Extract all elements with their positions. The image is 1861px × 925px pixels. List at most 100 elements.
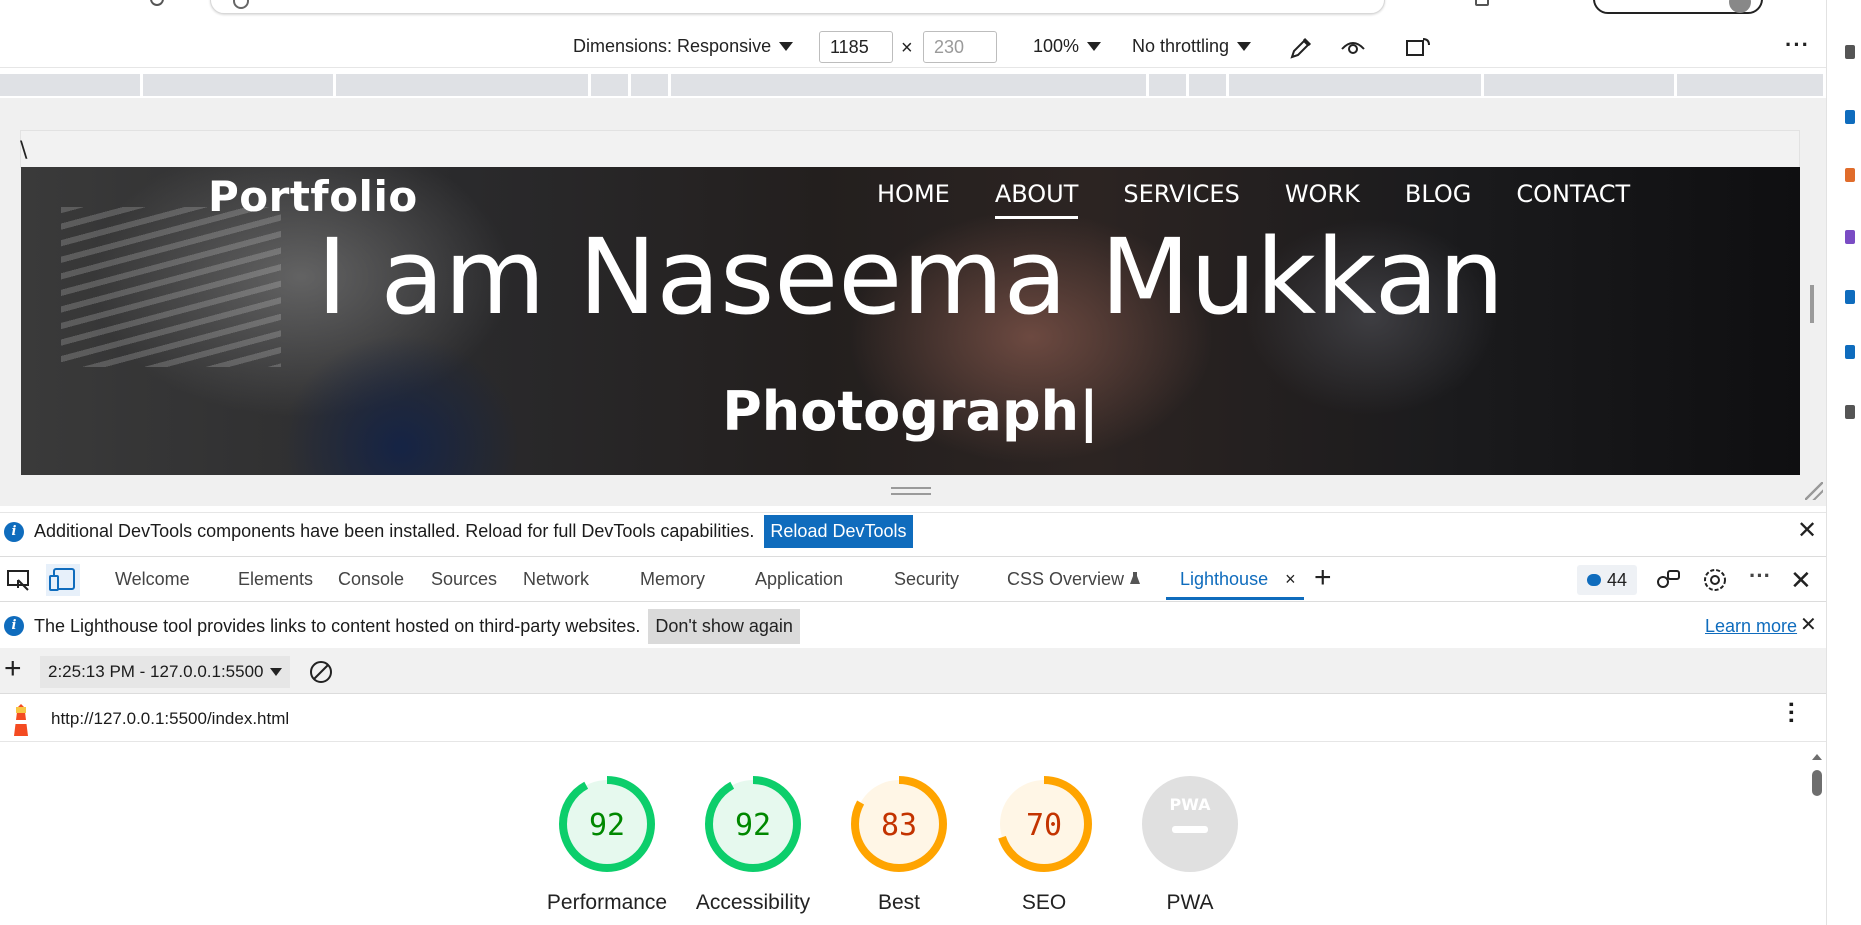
tab-application[interactable]: Application xyxy=(755,569,843,590)
gauge-seo[interactable]: 70 SEO xyxy=(974,774,1114,918)
gauge-pwa[interactable]: PWA PWA xyxy=(1120,774,1260,918)
chevron-down-icon xyxy=(1237,42,1252,51)
profile-button[interactable] xyxy=(1593,0,1763,14)
close-icon[interactable]: ✕ xyxy=(1800,612,1817,637)
browser-address-strip xyxy=(0,0,1861,22)
lighthouse-infobar: i The Lighthouse tool provides links to … xyxy=(0,605,1826,647)
site-logo[interactable]: Portfolio xyxy=(208,172,418,221)
collections-icon[interactable] xyxy=(1475,0,1489,6)
close-devtools-icon[interactable]: ✕ xyxy=(1790,565,1812,596)
info-icon: i xyxy=(4,521,24,542)
clear-icon[interactable] xyxy=(308,659,334,685)
inspect-element-icon[interactable] xyxy=(6,568,32,592)
page-top-strip xyxy=(20,130,1800,168)
site-info-icon[interactable] xyxy=(233,0,249,9)
scroll-thumb[interactable] xyxy=(1812,770,1822,796)
width-input[interactable]: 1185 xyxy=(819,31,893,63)
info-icon: i xyxy=(4,616,24,636)
zoom-dropdown[interactable]: 100% xyxy=(1033,36,1102,57)
svg-text:92: 92 xyxy=(735,808,771,843)
eyedropper-icon[interactable] xyxy=(1288,35,1314,59)
nav-home[interactable]: HOME xyxy=(877,180,950,219)
throttling-label: No throttling xyxy=(1132,36,1230,56)
gauge-best-practices[interactable]: 83 Best xyxy=(829,774,969,918)
close-tab-icon[interactable]: × xyxy=(1285,569,1296,589)
add-tab-icon[interactable]: + xyxy=(1314,561,1332,595)
gauge-performance[interactable]: 92 Performance xyxy=(537,774,677,918)
rotate-icon[interactable] xyxy=(1405,35,1431,59)
throttling-dropdown[interactable]: No throttling xyxy=(1132,36,1252,57)
tab-lighthouse[interactable]: Lighthouse × xyxy=(1180,569,1296,590)
gauge-label: Performance xyxy=(546,891,668,914)
lighthouse-info-message: The Lighthouse tool provides links to co… xyxy=(34,615,641,636)
devtools-tabbar: Welcome Elements Console Sources Network… xyxy=(0,556,1826,602)
tab-welcome[interactable]: Welcome xyxy=(115,569,190,590)
nav-services[interactable]: SERVICES xyxy=(1123,180,1239,219)
nav-contact[interactable]: CONTACT xyxy=(1516,180,1630,219)
new-report-icon[interactable]: + xyxy=(4,652,22,686)
active-tab-indicator xyxy=(1166,597,1304,600)
times-sign: × xyxy=(901,37,913,59)
more-tools-icon[interactable]: ··· xyxy=(1749,563,1771,589)
refresh-icon[interactable] xyxy=(150,0,164,6)
nav-about[interactable]: ABOUT xyxy=(994,180,1079,219)
score-gauges: 92 Performance 92 Accessibility 83 Best … xyxy=(0,744,1820,925)
issues-count: 44 xyxy=(1607,569,1628,590)
report-selector-label: 2:25:13 PM - 127.0.0.1:5500 xyxy=(48,662,264,681)
sensors-icon[interactable] xyxy=(1340,35,1366,59)
viewport-resize-handle-right[interactable] xyxy=(1810,285,1814,323)
feedback-icon[interactable] xyxy=(1655,568,1681,592)
learn-more-link[interactable]: Learn more xyxy=(1705,616,1797,637)
tab-sources[interactable]: Sources xyxy=(431,569,497,590)
device-toolbar: Dimensions: Responsive 1185 × 230 100% N… xyxy=(0,26,1826,68)
svg-text:83: 83 xyxy=(881,808,917,843)
gauge-label: Best xyxy=(877,891,921,914)
devtools-infobar: i Additional DevTools components have be… xyxy=(0,512,1826,550)
infobar-message: Additional DevTools components have been… xyxy=(34,521,755,541)
tab-memory[interactable]: Memory xyxy=(640,569,705,590)
report-menu-icon[interactable]: ··· xyxy=(1777,701,1804,725)
browser-sidebar xyxy=(1826,0,1861,925)
svg-text:PWA: PWA xyxy=(1169,795,1211,814)
height-input[interactable]: 230 xyxy=(923,31,997,63)
viewport-resize-handle-bottom[interactable] xyxy=(891,487,931,495)
gauge-ring: 92 xyxy=(559,776,655,872)
tab-console[interactable]: Console xyxy=(338,569,404,590)
pwa-badge-icon: PWA xyxy=(1142,776,1238,872)
gauge-label: Accessibility xyxy=(695,891,811,914)
svg-text:70: 70 xyxy=(1026,808,1062,843)
report-selector[interactable]: 2:25:13 PM - 127.0.0.1:5500 xyxy=(40,656,290,688)
close-icon[interactable]: ✕ xyxy=(1797,516,1817,545)
avatar xyxy=(1729,0,1751,13)
nav-blog[interactable]: BLOG xyxy=(1405,180,1471,219)
tab-elements[interactable]: Elements xyxy=(238,569,313,590)
issues-counter[interactable]: 44 xyxy=(1577,565,1638,595)
tab-security[interactable]: Security xyxy=(894,569,959,590)
nav-work[interactable]: WORK xyxy=(1285,180,1360,219)
lighthouse-logo-icon xyxy=(14,704,28,736)
chevron-down-icon xyxy=(269,668,282,676)
gauge-accessibility[interactable]: 92 Accessibility xyxy=(683,774,823,918)
dimensions-label: Dimensions: Responsive xyxy=(573,36,772,56)
media-query-ruler[interactable] xyxy=(0,74,1826,96)
gauge-ring: 92 xyxy=(705,776,801,872)
viewport-resize-corner[interactable] xyxy=(1805,482,1823,500)
more-options-icon[interactable]: ··· xyxy=(1785,32,1810,58)
tab-css-overview-label: CSS Overview xyxy=(1007,569,1125,589)
dimensions-dropdown[interactable]: Dimensions: Responsive xyxy=(573,36,794,57)
chevron-down-icon xyxy=(1087,42,1102,51)
svg-text:92: 92 xyxy=(589,808,625,843)
zoom-label: 100% xyxy=(1033,36,1080,56)
reload-devtools-button[interactable]: Reload DevTools xyxy=(764,515,913,548)
dont-show-again-button[interactable]: Don't show again xyxy=(648,608,800,644)
gear-icon[interactable] xyxy=(1702,567,1728,593)
report-url[interactable]: http://127.0.0.1:5500/index.html xyxy=(51,709,289,729)
address-bar[interactable] xyxy=(210,0,1385,14)
tab-lighthouse-label: Lighthouse xyxy=(1180,569,1269,589)
gauge-label: PWA xyxy=(1166,891,1214,914)
gauge-ring: 83 xyxy=(851,776,947,872)
tab-network[interactable]: Network xyxy=(523,569,589,590)
device-emulation-icon[interactable] xyxy=(46,564,80,596)
lighthouse-toolbar: + 2:25:13 PM - 127.0.0.1:5500 xyxy=(0,648,1826,694)
tab-css-overview[interactable]: CSS Overview xyxy=(1007,569,1141,590)
